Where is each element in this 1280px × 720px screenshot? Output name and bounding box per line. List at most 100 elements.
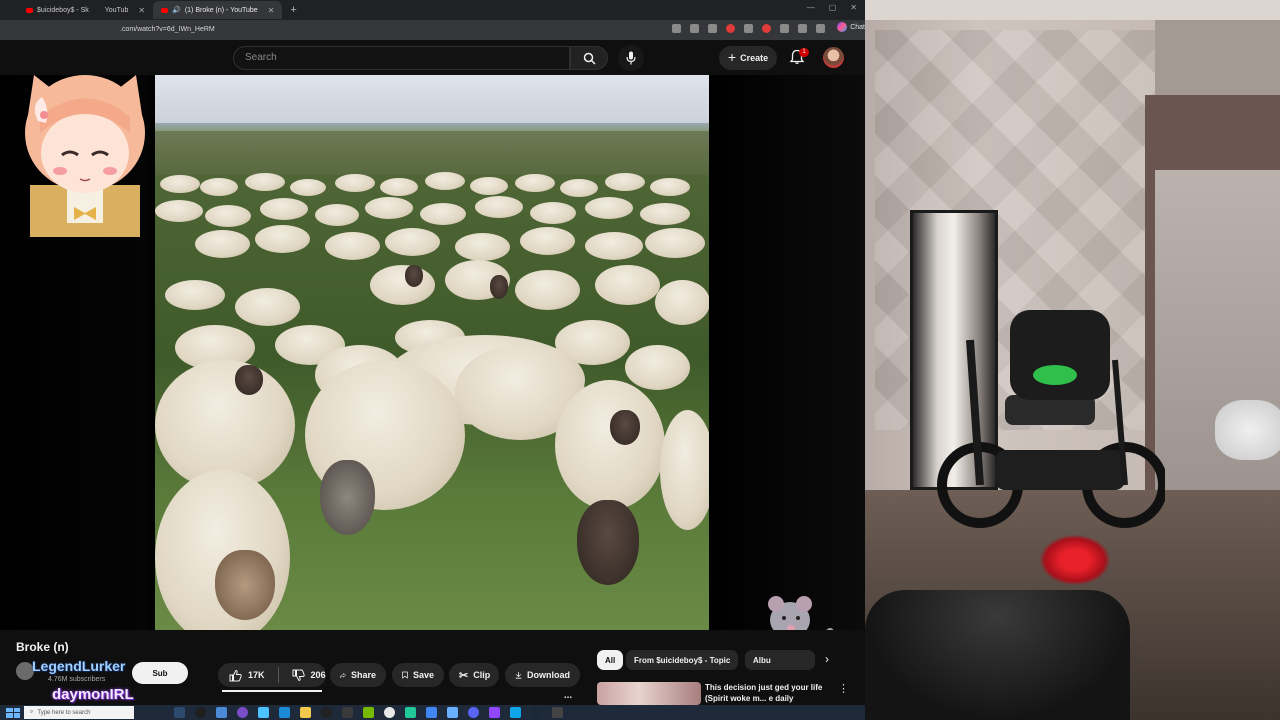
tab-youtube[interactable]: YouTub ✕ bbox=[97, 1, 153, 19]
app-icon[interactable] bbox=[384, 707, 395, 718]
close-tab-icon[interactable]: ✕ bbox=[138, 6, 145, 15]
save-button[interactable]: Save bbox=[392, 663, 444, 687]
clip-button[interactable]: ✂ Clip bbox=[449, 663, 499, 687]
microphone-icon bbox=[626, 51, 636, 65]
chip-all[interactable]: All bbox=[597, 650, 624, 670]
gaming-chair bbox=[865, 590, 1130, 720]
ceiling bbox=[865, 0, 1280, 20]
plus-icon: + bbox=[727, 49, 737, 65]
create-label: Create bbox=[740, 53, 769, 63]
app-icon[interactable] bbox=[342, 707, 353, 718]
voice-search-button[interactable] bbox=[618, 45, 644, 71]
task-view-icon[interactable] bbox=[174, 707, 185, 718]
browser-window: $uicideboy$ - Sk YouTub ✕ 🔊 (1) Broke (n… bbox=[0, 0, 865, 705]
chevron-right-icon[interactable]: › bbox=[825, 652, 829, 666]
more-actions-button[interactable]: ... bbox=[556, 688, 580, 702]
kebab-menu-icon[interactable]: ⋮ bbox=[838, 682, 849, 695]
divider bbox=[277, 667, 279, 683]
chip-album[interactable]: Albu bbox=[745, 650, 815, 670]
taskbar-apps bbox=[174, 707, 563, 718]
menu-dots-icon[interactable] bbox=[816, 24, 825, 33]
tab-broke[interactable]: 🔊 (1) Broke (n) - YouTube ✕ bbox=[153, 1, 283, 19]
app-icon[interactable] bbox=[510, 707, 521, 718]
app-icon[interactable] bbox=[321, 707, 332, 718]
speaker-icon: 🔊 bbox=[172, 7, 181, 14]
youtube-favicon-icon bbox=[161, 7, 169, 13]
new-tab-icon[interactable]: + bbox=[290, 4, 296, 16]
vtuber-avatar-overlay bbox=[25, 75, 145, 237]
youtube-header: Search + Create bbox=[0, 40, 865, 75]
subscribe-button[interactable]: Sub bbox=[132, 662, 188, 684]
like-button[interactable]: 17K bbox=[218, 663, 265, 687]
recommended-title[interactable]: This decision just ged your life (Spirit… bbox=[705, 682, 835, 704]
install-app-icon[interactable] bbox=[672, 24, 681, 33]
extension-icon[interactable] bbox=[726, 24, 735, 33]
electric-scooter-bike bbox=[937, 310, 1165, 528]
share-arrow-icon bbox=[340, 672, 346, 678]
account-avatar[interactable] bbox=[823, 47, 844, 68]
app-icon[interactable] bbox=[363, 707, 374, 718]
extension-icon[interactable] bbox=[780, 24, 789, 33]
app-icon[interactable] bbox=[279, 707, 290, 718]
bookmark-star-icon[interactable] bbox=[708, 24, 717, 33]
video-player[interactable] bbox=[0, 75, 865, 705]
sky bbox=[155, 75, 709, 125]
share-button[interactable]: Share bbox=[330, 663, 386, 687]
twitch-icon[interactable] bbox=[489, 707, 500, 718]
close-tab-icon[interactable]: ✕ bbox=[268, 6, 275, 15]
recommended-thumbnail[interactable] bbox=[597, 682, 701, 705]
app-icon[interactable] bbox=[447, 707, 458, 718]
url-field[interactable]: .com/watch?v=6d_IWn_HeRM bbox=[120, 26, 215, 33]
search-icon bbox=[583, 52, 596, 65]
youtube-favicon-icon bbox=[26, 7, 33, 13]
white-bag bbox=[1215, 400, 1280, 460]
maximize-icon[interactable]: ▢ bbox=[829, 3, 837, 12]
like-dislike-group: 17K 206 bbox=[218, 663, 326, 687]
horizon bbox=[155, 123, 709, 131]
download-button[interactable]: Download bbox=[505, 663, 580, 687]
search-icon: ⌕ bbox=[30, 709, 34, 715]
extension-icon[interactable] bbox=[744, 24, 753, 33]
steam-icon[interactable] bbox=[531, 707, 542, 718]
clip-label: Clip bbox=[473, 670, 491, 680]
discord-icon[interactable] bbox=[468, 707, 479, 718]
extension-icon[interactable] bbox=[762, 24, 771, 33]
tab-suicideboys[interactable]: $uicideboy$ - Sk bbox=[18, 1, 97, 19]
address-bar: .com/watch?v=6d_IWn_HeRM Chat bbox=[0, 20, 865, 40]
chip-from-channel[interactable]: From $uicideboy$ - Topic bbox=[626, 650, 739, 670]
video-title: Broke (n) bbox=[16, 640, 69, 654]
sheep-flock bbox=[155, 170, 709, 630]
search-button[interactable] bbox=[570, 46, 608, 70]
zoom-icon[interactable] bbox=[690, 24, 699, 33]
dislike-button[interactable]: 206 bbox=[292, 663, 326, 687]
subscriber-count: 4.76M subscribers bbox=[48, 676, 106, 683]
scissors-icon: ✂ bbox=[459, 669, 469, 682]
app-icon[interactable] bbox=[405, 707, 416, 718]
download-icon bbox=[515, 671, 522, 679]
minimize-icon[interactable]: — bbox=[807, 3, 815, 12]
search-input[interactable]: Search bbox=[233, 46, 570, 70]
app-icon[interactable] bbox=[195, 707, 206, 718]
video-frame-sheep bbox=[155, 75, 709, 630]
notification-badge: 1 bbox=[799, 48, 809, 57]
profile-icon[interactable] bbox=[798, 24, 807, 33]
app-icon[interactable] bbox=[426, 707, 437, 718]
thumbs-down-icon bbox=[292, 669, 305, 681]
folder-icon[interactable] bbox=[300, 707, 311, 718]
extension-icons bbox=[672, 24, 825, 33]
red-clothes bbox=[1040, 535, 1110, 585]
stream-overlay-legend: LegendLurker bbox=[32, 658, 126, 674]
webcam-feed bbox=[865, 0, 1280, 720]
chat-button[interactable]: Chat bbox=[837, 22, 865, 32]
app-icon[interactable] bbox=[216, 707, 227, 718]
app-icon[interactable] bbox=[237, 707, 248, 718]
app-icon[interactable] bbox=[258, 707, 269, 718]
tab-bar: $uicideboy$ - Sk YouTub ✕ 🔊 (1) Broke (n… bbox=[0, 0, 865, 20]
taskbar-search-input[interactable]: ⌕ Type here to search bbox=[24, 706, 134, 719]
create-button[interactable]: + Create bbox=[719, 46, 777, 70]
windows-start-icon[interactable] bbox=[6, 707, 20, 718]
bookmark-icon bbox=[402, 671, 408, 679]
app-icon[interactable] bbox=[552, 707, 563, 718]
close-window-icon[interactable]: ✕ bbox=[850, 3, 857, 12]
tab-label: YouTub bbox=[104, 6, 129, 14]
